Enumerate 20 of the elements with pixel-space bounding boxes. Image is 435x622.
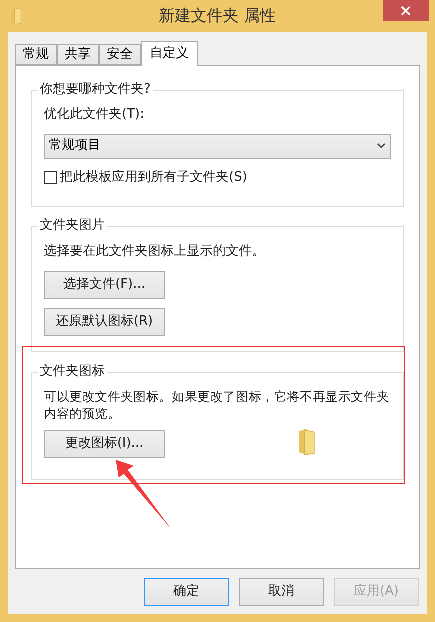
- checkbox[interactable]: [44, 170, 57, 184]
- close-button[interactable]: [383, 0, 429, 21]
- change-icon-button[interactable]: 更改图标(I)...: [44, 430, 165, 458]
- tab[interactable]: 安全: [99, 44, 141, 65]
- tab[interactable]: 自定义: [141, 41, 198, 66]
- dialog-button[interactable]: 确定: [144, 578, 229, 606]
- folder-type-dropdown[interactable]: 常规项目: [44, 134, 391, 158]
- tab[interactable]: 常规: [15, 44, 57, 65]
- description: 选择要在此文件夹图标上显示的文件。: [44, 243, 266, 261]
- description: 可以更改文件夹图标。如果更改了图标，它将不再显示文件夹内容的预览。: [44, 388, 391, 422]
- close-icon: [401, 6, 411, 16]
- window-title: 新建文件夹 属性: [158, 5, 276, 27]
- action-button[interactable]: 选择文件(F)...: [44, 270, 165, 298]
- tab[interactable]: 共享: [57, 44, 99, 65]
- chevron-down-icon: [377, 143, 386, 149]
- field-label: 优化此文件夹(T):: [44, 106, 146, 124]
- dialog-button[interactable]: 取消: [239, 578, 324, 606]
- folder-icon: [10, 6, 24, 26]
- action-button[interactable]: 还原默认图标(R): [44, 308, 165, 336]
- checkbox-label: 把此模板应用到所有子文件夹(S): [60, 168, 248, 186]
